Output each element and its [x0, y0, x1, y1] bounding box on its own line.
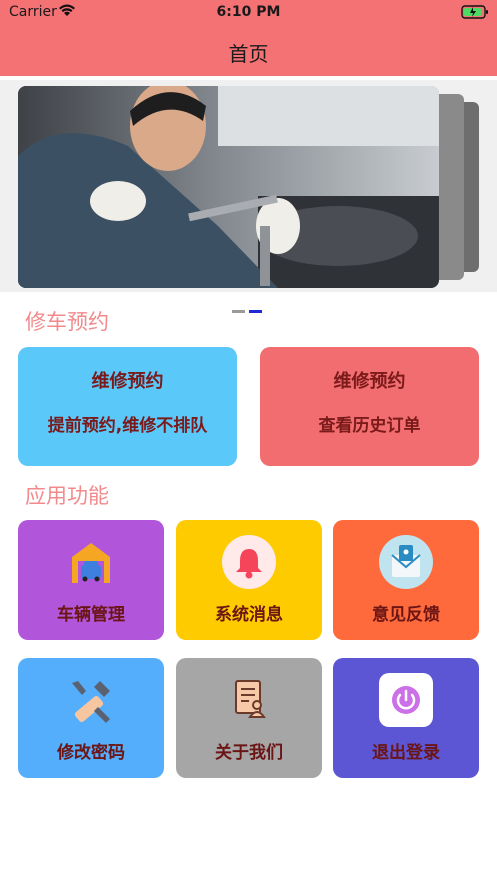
- document-person-icon: [222, 673, 276, 727]
- page-title: 首页: [228, 42, 269, 66]
- section-title-booking: 修车预约: [25, 310, 109, 334]
- page-dot-active[interactable]: [249, 310, 262, 313]
- about-us-button[interactable]: 关于我们: [176, 658, 322, 778]
- card-subtitle: 提前预约,维修不排队: [47, 416, 208, 436]
- wrench-icon: [64, 673, 118, 727]
- banner-image-mechanic[interactable]: [18, 86, 439, 288]
- repair-booking-card[interactable]: 维修预约 提前预约,维修不排队: [18, 347, 237, 466]
- banner-carousel[interactable]: [0, 80, 497, 292]
- power-icon: [379, 673, 433, 727]
- garage-icon: [64, 535, 118, 589]
- system-messages-button[interactable]: 系统消息: [176, 520, 322, 640]
- change-password-button[interactable]: 修改密码: [18, 658, 164, 778]
- feedback-button[interactable]: 意见反馈: [333, 520, 479, 640]
- mail-icon: [379, 535, 433, 589]
- order-history-card[interactable]: 维修预约 查看历史订单: [260, 347, 479, 466]
- vehicle-management-button[interactable]: 车辆管理: [18, 520, 164, 640]
- function-label: 退出登录: [372, 743, 440, 763]
- status-bar: Carrier 6:10 PM: [0, 0, 497, 26]
- battery-icon: [461, 5, 489, 23]
- function-label: 修改密码: [57, 743, 125, 763]
- page-dot[interactable]: [232, 310, 245, 313]
- card-title: 维修预约: [333, 371, 406, 392]
- function-label: 意见反馈: [372, 605, 440, 625]
- carousel-page-indicator: [232, 298, 266, 317]
- card-subtitle: 查看历史订单: [318, 416, 421, 436]
- clock: 6:10 PM: [216, 4, 281, 20]
- function-label: 车辆管理: [57, 605, 125, 625]
- logout-button[interactable]: 退出登录: [333, 658, 479, 778]
- bell-icon: [222, 535, 276, 589]
- navigation-bar: 首页: [0, 26, 497, 76]
- card-title: 维修预约: [91, 371, 164, 392]
- function-label: 关于我们: [215, 743, 283, 763]
- section-title-apps: 应用功能: [25, 484, 109, 508]
- function-label: 系统消息: [215, 605, 283, 625]
